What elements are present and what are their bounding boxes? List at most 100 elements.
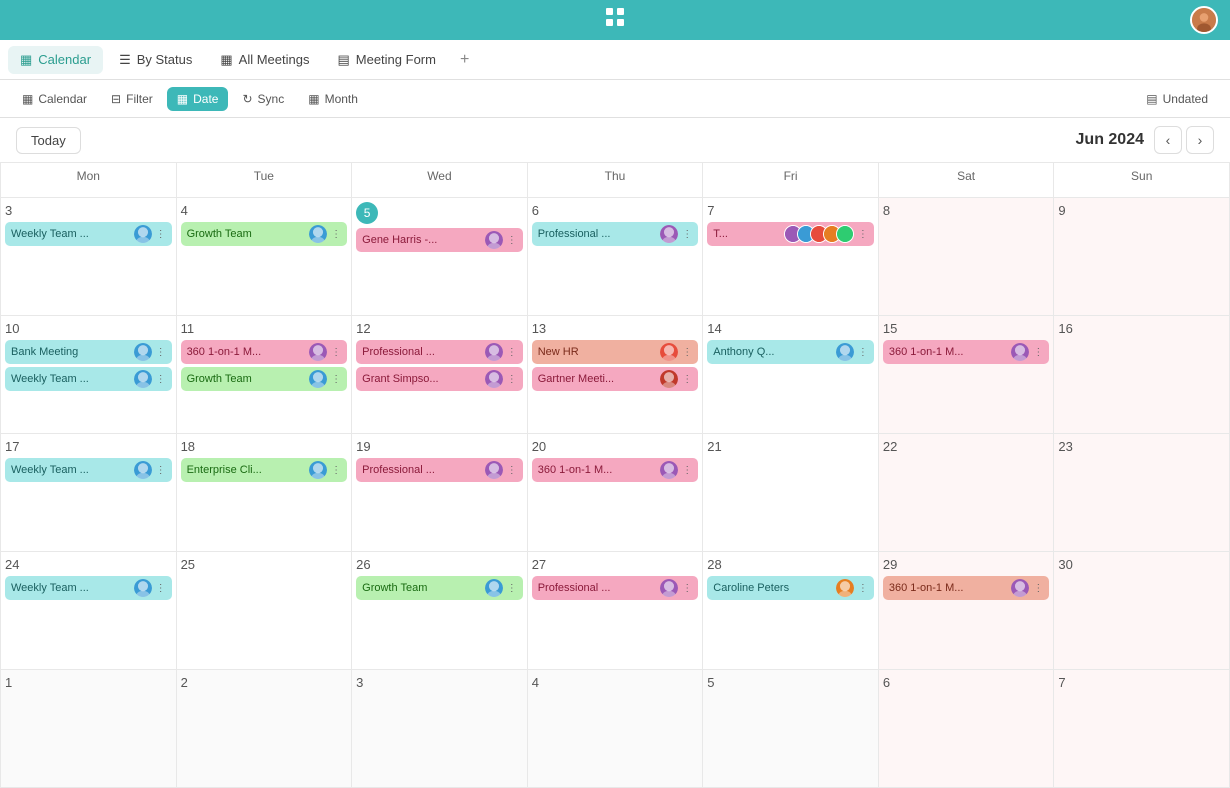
event-item[interactable]: 360 1-on-1 M... ⋮	[532, 458, 699, 482]
cal-cell[interactable]: 4+Growth Team ⋮	[177, 198, 353, 316]
event-item[interactable]: Weekly Team ... ⋮	[5, 458, 172, 482]
event-more-button[interactable]: ⋮	[507, 235, 517, 246]
cal-cell[interactable]: 7+	[1054, 670, 1230, 788]
cal-cell[interactable]: 4+	[528, 670, 704, 788]
cal-cell[interactable]: 5+Gene Harris -... ⋮	[352, 198, 528, 316]
tab-by-status[interactable]: ☰ By Status	[107, 46, 204, 74]
cal-cell[interactable]: 23+	[1054, 434, 1230, 552]
event-more-button[interactable]: ⋮	[331, 465, 341, 476]
event-item[interactable]: Professional ... ⋮	[356, 340, 523, 364]
user-avatar[interactable]	[1190, 6, 1218, 34]
event-more-button[interactable]: ⋮	[1033, 347, 1043, 358]
event-item[interactable]: Caroline Peters ⋮	[707, 576, 874, 600]
event-more-button[interactable]: ⋮	[858, 347, 868, 358]
event-item[interactable]: Professional ... ⋮	[532, 576, 699, 600]
tab-calendar[interactable]: ▦ Calendar	[8, 46, 103, 74]
event-item[interactable]: Grant Simpso... ⋮	[356, 367, 523, 391]
cal-cell[interactable]: 26+Growth Team ⋮	[352, 552, 528, 670]
cal-cell[interactable]: 19+Professional ... ⋮	[352, 434, 528, 552]
event-item[interactable]: Enterprise Cli... ⋮	[181, 458, 348, 482]
month-button[interactable]: ▦ Month	[298, 87, 368, 111]
event-more-button[interactable]: ⋮	[507, 347, 517, 358]
event-more-button[interactable]: ⋮	[156, 347, 166, 358]
event-more-button[interactable]: ⋮	[507, 583, 517, 594]
event-item[interactable]: Growth Team ⋮	[356, 576, 523, 600]
event-item[interactable]: Weekly Team ... ⋮	[5, 367, 172, 391]
cal-cell[interactable]: 7+T... ⋮	[703, 198, 879, 316]
cal-cell[interactable]: 28+Caroline Peters ⋮	[703, 552, 879, 670]
tab-meeting-form[interactable]: ▤ Meeting Form	[325, 46, 448, 74]
cal-cell[interactable]: 25+	[177, 552, 353, 670]
event-more-button[interactable]: ⋮	[682, 465, 692, 476]
cal-cell[interactable]: 6+Professional ... ⋮	[528, 198, 704, 316]
cal-cell[interactable]: 3+	[352, 670, 528, 788]
event-more-button[interactable]: ⋮	[156, 229, 166, 240]
cal-cell[interactable]: 12+Professional ... ⋮Grant Simpso... ⋮	[352, 316, 528, 434]
tab-all-meetings[interactable]: ▦ All Meetings	[208, 46, 321, 74]
event-item[interactable]: 360 1-on-1 M... ⋮	[883, 340, 1050, 364]
cal-cell[interactable]: 2+	[177, 670, 353, 788]
cal-cell[interactable]: 6+	[879, 670, 1055, 788]
event-item[interactable]: T... ⋮	[707, 222, 874, 246]
event-item[interactable]: Professional ... ⋮	[532, 222, 699, 246]
cal-cell[interactable]: 29+360 1-on-1 M... ⋮	[879, 552, 1055, 670]
event-item[interactable]: New HR ⋮	[532, 340, 699, 364]
event-more-button[interactable]: ⋮	[682, 583, 692, 594]
cal-cell[interactable]: 20+360 1-on-1 M... ⋮	[528, 434, 704, 552]
cal-cell[interactable]: 24+Weekly Team ... ⋮	[1, 552, 177, 670]
event-item[interactable]: Bank Meeting ⋮	[5, 340, 172, 364]
event-more-button[interactable]: ⋮	[682, 229, 692, 240]
cal-cell[interactable]: 11+360 1-on-1 M... ⋮Growth Team ⋮	[177, 316, 353, 434]
cal-cell[interactable]: 10+Bank Meeting ⋮Weekly Team ... ⋮	[1, 316, 177, 434]
event-item[interactable]: Gene Harris -... ⋮	[356, 228, 523, 252]
event-more-button[interactable]: ⋮	[156, 465, 166, 476]
event-more-button[interactable]: ⋮	[858, 583, 868, 594]
cal-cell[interactable]: 5+	[703, 670, 879, 788]
event-more-button[interactable]: ⋮	[682, 347, 692, 358]
tab-by-status-label: By Status	[137, 52, 193, 67]
cal-cell[interactable]: 3+Weekly Team ... ⋮	[1, 198, 177, 316]
event-more-button[interactable]: ⋮	[156, 583, 166, 594]
event-more-button[interactable]: ⋮	[858, 229, 868, 240]
event-item[interactable]: 360 1-on-1 M... ⋮	[181, 340, 348, 364]
cal-cell[interactable]: 13+New HR ⋮Gartner Meeti... ⋮	[528, 316, 704, 434]
cal-cell[interactable]: 27+Professional ... ⋮	[528, 552, 704, 670]
event-item[interactable]: Gartner Meeti... ⋮	[532, 367, 699, 391]
next-month-button[interactable]: ›	[1186, 126, 1214, 154]
event-item[interactable]: Growth Team ⋮	[181, 222, 348, 246]
event-more-button[interactable]: ⋮	[507, 374, 517, 385]
event-item[interactable]: Anthony Q... ⋮	[707, 340, 874, 364]
cal-cell[interactable]: 17+Weekly Team ... ⋮	[1, 434, 177, 552]
sync-button[interactable]: ↻ Sync	[232, 87, 294, 111]
filter-button[interactable]: ⊟ Filter	[101, 87, 163, 111]
event-more-button[interactable]: ⋮	[156, 374, 166, 385]
event-more-button[interactable]: ⋮	[507, 465, 517, 476]
cal-cell[interactable]: 22+	[879, 434, 1055, 552]
today-button[interactable]: Today	[16, 127, 81, 154]
add-tab-button[interactable]: +	[452, 47, 477, 73]
cal-cell[interactable]: 18+Enterprise Cli... ⋮	[177, 434, 353, 552]
event-more-button[interactable]: ⋮	[331, 229, 341, 240]
calendar-tab-icon: ▦	[20, 52, 32, 68]
calendar-view-button[interactable]: ▦ Calendar	[12, 87, 97, 111]
prev-month-button[interactable]: ‹	[1154, 126, 1182, 154]
undated-button[interactable]: ▤ Undated	[1136, 87, 1218, 111]
event-item[interactable]: Weekly Team ... ⋮	[5, 222, 172, 246]
event-more-button[interactable]: ⋮	[331, 374, 341, 385]
cal-cell[interactable]: 14+Anthony Q... ⋮	[703, 316, 879, 434]
cal-cell[interactable]: 21+	[703, 434, 879, 552]
event-item[interactable]: Professional ... ⋮	[356, 458, 523, 482]
date-button[interactable]: ▦ Date	[167, 87, 229, 111]
cal-cell[interactable]: 9+	[1054, 198, 1230, 316]
event-more-button[interactable]: ⋮	[682, 374, 692, 385]
event-more-button[interactable]: ⋮	[1033, 583, 1043, 594]
cal-cell[interactable]: 30+	[1054, 552, 1230, 670]
cal-cell[interactable]: 15+360 1-on-1 M... ⋮	[879, 316, 1055, 434]
event-item[interactable]: 360 1-on-1 M... ⋮	[883, 576, 1050, 600]
event-more-button[interactable]: ⋮	[331, 347, 341, 358]
cal-cell[interactable]: 8+	[879, 198, 1055, 316]
event-item[interactable]: Weekly Team ... ⋮	[5, 576, 172, 600]
cal-cell[interactable]: 1+	[1, 670, 177, 788]
cal-cell[interactable]: 16+	[1054, 316, 1230, 434]
event-item[interactable]: Growth Team ⋮	[181, 367, 348, 391]
